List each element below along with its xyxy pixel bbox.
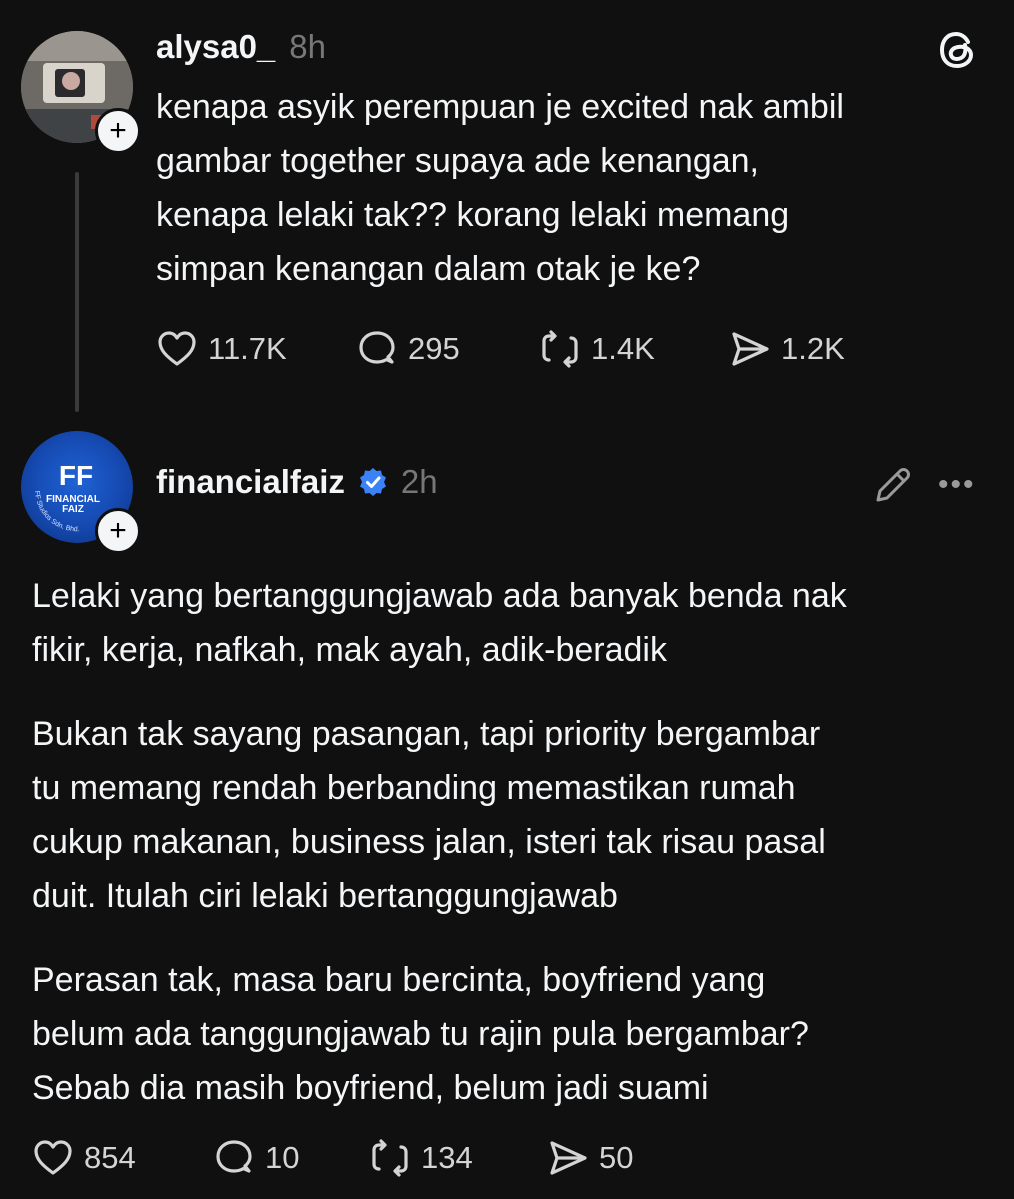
username-financialfaiz[interactable]: financialfaiz <box>156 463 345 501</box>
share-button[interactable]: 50 <box>547 1137 677 1179</box>
verified-badge-icon <box>359 468 386 496</box>
post2-body: Lelaki yang bertanggungjawab ada banyak … <box>32 569 1002 1115</box>
comment-icon <box>359 331 395 364</box>
post1-header: alysa0_ 8h <box>156 28 326 66</box>
post2-line: Perasan tak, masa baru bercinta, boyfrie… <box>32 961 766 999</box>
post2-line: cukup makanan, business jalan, isteri ta… <box>32 823 826 861</box>
follow-plus-button-alysa0[interactable]: + <box>95 108 141 154</box>
post2-actions: 854 10 134 50 <box>32 1137 677 1179</box>
heart-icon <box>158 331 196 366</box>
threads-logo-icon[interactable] <box>936 28 980 77</box>
pencil-icon <box>876 468 910 502</box>
plus-icon: + <box>109 514 127 547</box>
repost-icon <box>542 330 578 368</box>
comment-icon <box>216 1140 252 1173</box>
post1-line: kenapa asyik perempuan je excited nak am… <box>156 88 844 126</box>
repost-button[interactable]: 1.4K <box>539 328 729 370</box>
share-count: 50 <box>599 1140 634 1175</box>
thread-connector-line <box>75 172 79 412</box>
reply-count: 10 <box>265 1140 300 1175</box>
heart-icon <box>34 1140 72 1175</box>
post1-line: simpan kenangan dalam otak je ke? <box>156 250 701 288</box>
post2-paragraph: Bukan tak sayang pasangan, tapi priority… <box>32 707 1002 923</box>
post1-timestamp: 8h <box>289 28 327 65</box>
share-count: 1.2K <box>781 331 845 366</box>
post2-timestamp: 2h <box>400 463 438 500</box>
post2-line: Bukan tak sayang pasangan, tapi priority… <box>32 715 821 753</box>
post2-header: financialfaiz 2h <box>156 463 438 501</box>
post2-line: belum ada tanggungjawab tu rajin pula be… <box>32 1015 809 1053</box>
post1-line: kenapa lelaki tak?? korang lelaki memang <box>156 196 790 234</box>
send-icon <box>550 1141 587 1175</box>
more-options-icon[interactable]: ••• <box>938 470 976 500</box>
reply-button[interactable]: 295 <box>356 328 539 370</box>
post2-line: Lelaki yang bertanggungjawab ada banyak … <box>32 577 847 615</box>
edit-button[interactable] <box>872 464 914 511</box>
ff-logo-line2: FAIZ <box>62 504 84 515</box>
username-alysa0[interactable]: alysa0_ <box>156 28 275 66</box>
post1-body: kenapa asyik perempuan je excited nak am… <box>156 80 996 296</box>
send-icon <box>732 332 769 366</box>
ff-logo-text: FF <box>59 460 93 491</box>
reply-button[interactable]: 10 <box>213 1137 369 1179</box>
share-button[interactable]: 1.2K <box>729 328 879 370</box>
like-button[interactable]: 11.7K <box>156 328 356 370</box>
post2-paragraph: Lelaki yang bertanggungjawab ada banyak … <box>32 569 1002 677</box>
post2-paragraph: Perasan tak, masa baru bercinta, boyfrie… <box>32 953 1002 1115</box>
repost-icon <box>372 1139 408 1177</box>
like-count: 854 <box>84 1140 136 1175</box>
post2-line: Sebab dia masih boyfriend, belum jadi su… <box>32 1069 709 1107</box>
like-button[interactable]: 854 <box>32 1137 213 1179</box>
post2-line: duit. Itulah ciri lelaki bertanggungjawa… <box>32 877 618 915</box>
post2-line: tu memang rendah berbanding memastikan r… <box>32 769 796 807</box>
follow-plus-button-financialfaiz[interactable]: + <box>95 508 141 554</box>
repost-count: 134 <box>421 1140 473 1175</box>
like-count: 11.7K <box>208 331 287 366</box>
repost-button[interactable]: 134 <box>369 1137 547 1179</box>
post1-line: gambar together supaya ade kenangan, <box>156 142 760 180</box>
repost-count: 1.4K <box>591 331 655 366</box>
post2-line: fikir, kerja, nafkah, mak ayah, adik-ber… <box>32 631 667 669</box>
post1-actions: 11.7K 295 1.4K 1.2K <box>156 328 879 370</box>
plus-icon: + <box>109 114 127 147</box>
reply-count: 295 <box>408 331 460 366</box>
